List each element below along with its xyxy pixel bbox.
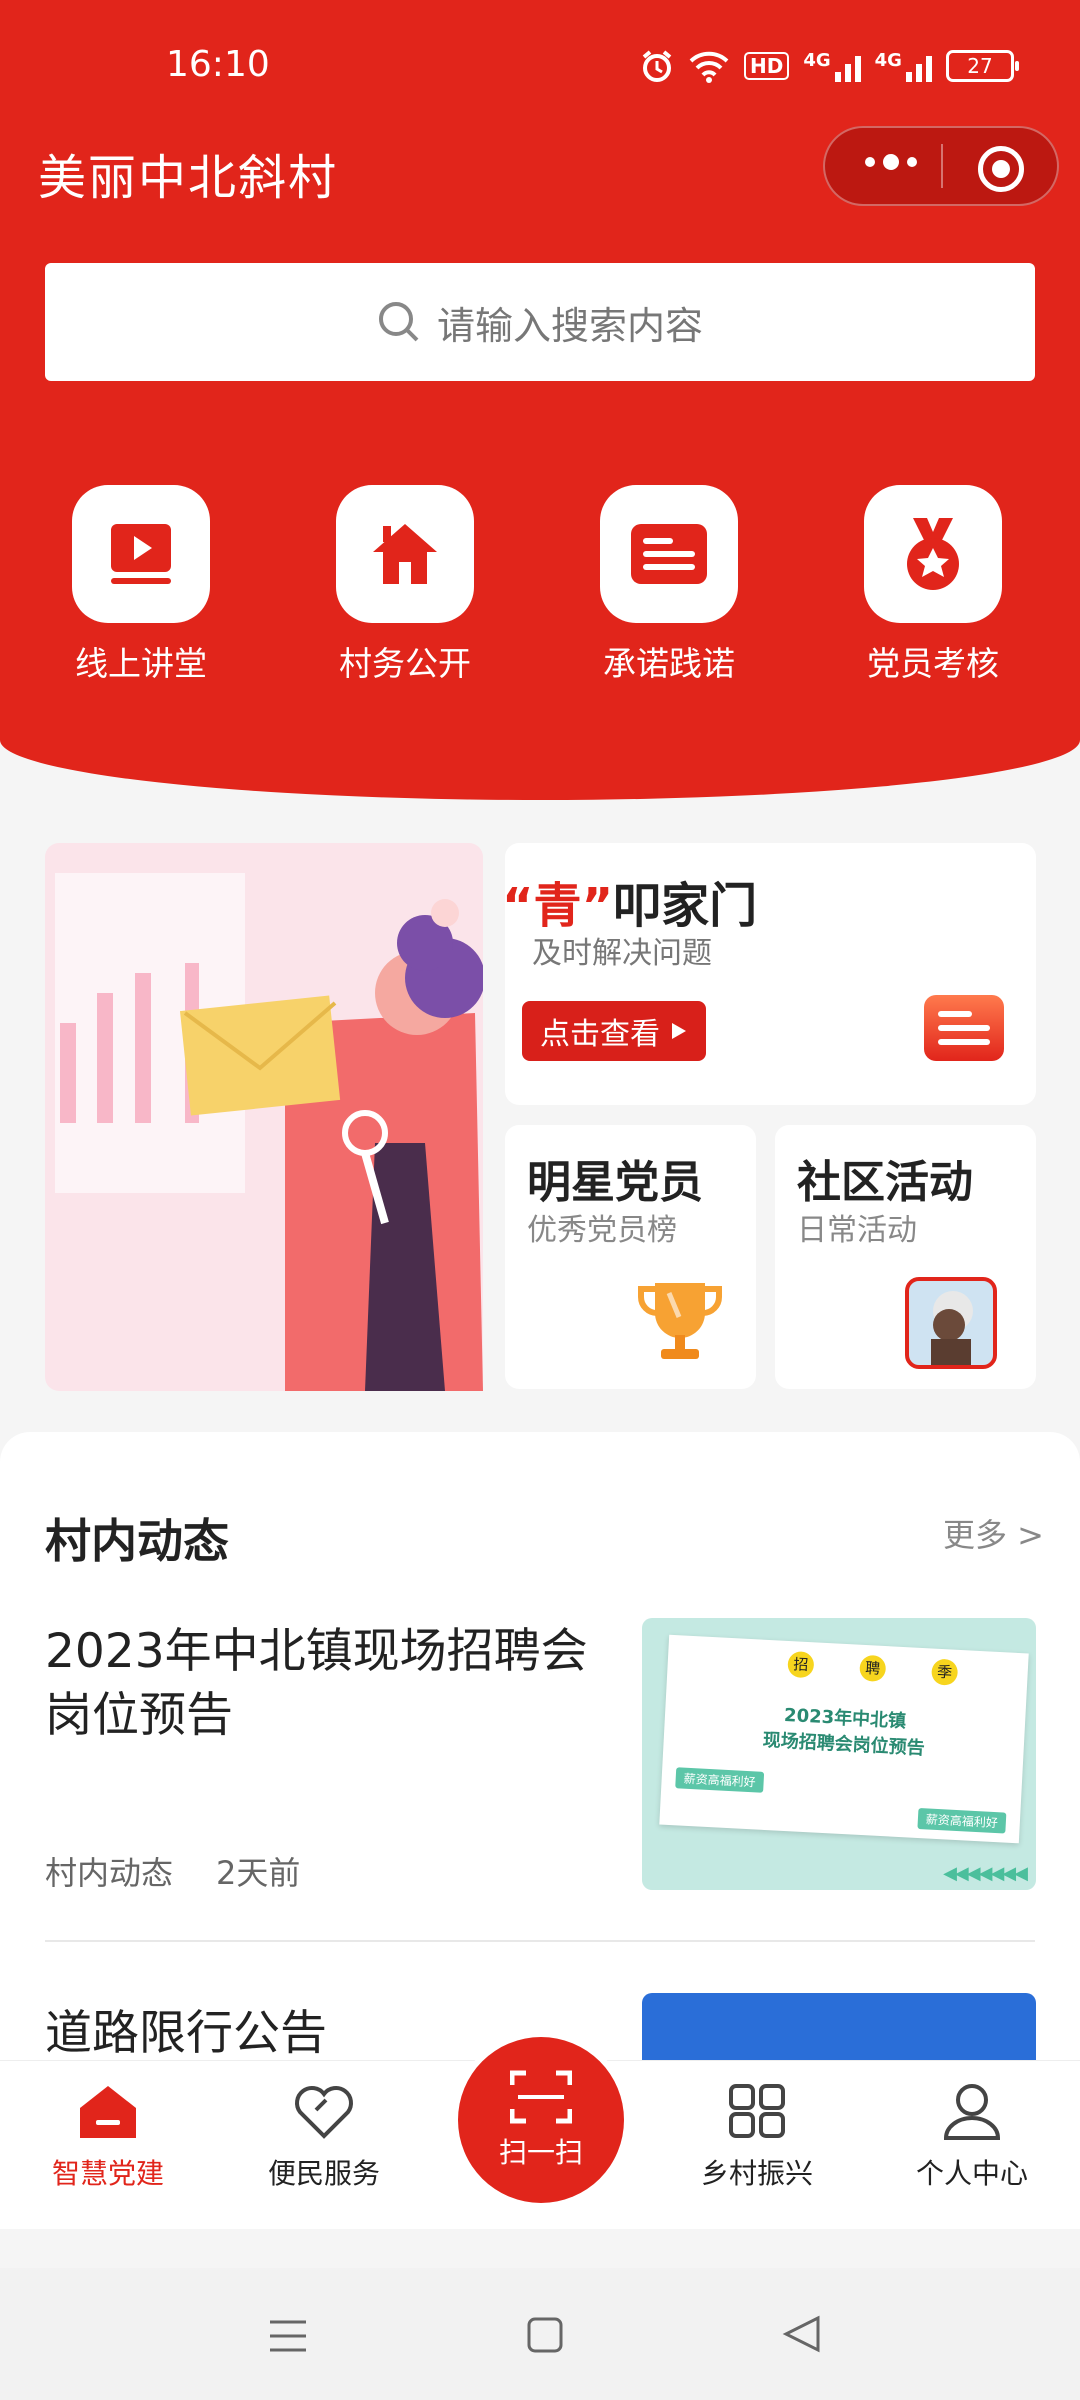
system-nav-bar bbox=[0, 2268, 1080, 2400]
heart-icon bbox=[295, 2086, 353, 2139]
community-activity-subtitle: 日常活动 bbox=[797, 1213, 917, 1248]
view-button[interactable]: 点击查看 bbox=[522, 1001, 706, 1061]
tab-rural-revitalization[interactable]: 乡村振兴 bbox=[657, 2082, 857, 2192]
news-item-time: 2天前 bbox=[216, 1854, 301, 1892]
list-card-icon bbox=[924, 995, 1004, 1061]
capsule-divider bbox=[941, 144, 943, 188]
activity-thumbnail bbox=[905, 1277, 997, 1369]
search-icon bbox=[378, 302, 419, 342]
tab-smart-party[interactable]: 智慧党建 bbox=[8, 2082, 208, 2192]
qing-card-title: “青”叩家门 bbox=[502, 878, 758, 934]
medal-icon bbox=[907, 518, 959, 590]
status-icons: HD 4G 4G 27 bbox=[640, 46, 1019, 86]
divider bbox=[45, 1940, 1035, 1942]
illustration-image bbox=[55, 873, 485, 1391]
video-icon bbox=[111, 524, 171, 584]
quick-action-label: 线上讲堂 bbox=[75, 644, 207, 683]
tab-label: 乡村振兴 bbox=[700, 2157, 813, 2190]
grid-icon bbox=[729, 2084, 785, 2138]
signal-icon: 4G bbox=[875, 50, 932, 82]
status-time: 16:10 bbox=[166, 44, 270, 85]
person-icon bbox=[943, 2084, 1001, 2140]
tab-label: 个人中心 bbox=[915, 2157, 1028, 2190]
star-member-subtitle: 优秀党员榜 bbox=[527, 1213, 677, 1248]
house-icon bbox=[373, 524, 437, 584]
quick-action-online-class[interactable]: 线上讲堂 bbox=[46, 485, 236, 685]
more-icon[interactable] bbox=[865, 154, 917, 170]
home-icon[interactable] bbox=[526, 2316, 564, 2354]
miniprogram-capsule bbox=[823, 126, 1059, 206]
battery-icon: 27 bbox=[945, 50, 1019, 82]
tab-label: 便民服务 bbox=[267, 2157, 380, 2190]
menu-icon[interactable] bbox=[268, 2316, 308, 2356]
poster-card: 招 聘 季 2023年中北镇 现场招聘会岗位预告 薪资高福利好 薪资高福利好 bbox=[659, 1634, 1029, 1844]
page-title: 美丽中北斜村 bbox=[38, 150, 339, 206]
qing-card-subtitle: 及时解决问题 bbox=[532, 936, 712, 971]
alarm-icon bbox=[642, 50, 672, 82]
community-activity-title: 社区活动 bbox=[797, 1157, 973, 1208]
news-item-thumbnail[interactable]: 招 聘 季 2023年中北镇 现场招聘会岗位预告 薪资高福利好 薪资高福利好 ◀… bbox=[642, 1618, 1036, 1890]
play-arrow-icon bbox=[672, 1023, 686, 1039]
news-heading: 村内动态 bbox=[45, 1514, 229, 1568]
quick-action-village-affairs[interactable]: 村务公开 bbox=[310, 485, 500, 685]
wifi-icon bbox=[689, 51, 729, 83]
list-card-icon bbox=[631, 524, 707, 584]
star-member-title: 明星党员 bbox=[527, 1157, 703, 1208]
more-link[interactable]: 更多 > bbox=[943, 1510, 1044, 1556]
scan-icon bbox=[510, 2070, 572, 2124]
search-input[interactable]: 请输入搜索内容 bbox=[45, 263, 1035, 381]
trophy-icon bbox=[638, 1283, 722, 1359]
quick-action-label: 承诺践诺 bbox=[603, 644, 735, 683]
news-item-title[interactable]: 道路限行公告 bbox=[45, 1994, 327, 2063]
back-icon[interactable] bbox=[782, 2314, 822, 2354]
tab-services[interactable]: 便民服务 bbox=[224, 2082, 424, 2192]
house-icon bbox=[80, 2086, 136, 2138]
news-item-category: 村内动态 bbox=[45, 1854, 174, 1892]
signal-icon: 4G bbox=[803, 50, 861, 82]
quick-action-member-assessment[interactable]: 党员考核 bbox=[838, 485, 1028, 685]
hd-badge: HD bbox=[744, 52, 790, 80]
quick-action-label: 党员考核 bbox=[867, 644, 999, 683]
tab-label: 扫一扫 bbox=[498, 2136, 583, 2169]
illustration-banner[interactable] bbox=[45, 843, 485, 1391]
scan-button[interactable]: 扫一扫 bbox=[458, 2037, 624, 2203]
news-item-title[interactable]: 2023年中北镇现场招聘会岗位预告 bbox=[45, 1620, 605, 1748]
quick-action-label: 村务公开 bbox=[339, 644, 471, 683]
quick-action-commitment[interactable]: 承诺践诺 bbox=[574, 485, 764, 685]
tab-profile[interactable]: 个人中心 bbox=[872, 2082, 1072, 2192]
tab-label: 智慧党建 bbox=[51, 2157, 164, 2190]
arrow-decoration: ◀◀◀◀◀◀◀ bbox=[943, 1863, 1028, 1884]
close-target-icon[interactable] bbox=[978, 146, 1024, 192]
search-placeholder: 请输入搜索内容 bbox=[436, 303, 703, 348]
